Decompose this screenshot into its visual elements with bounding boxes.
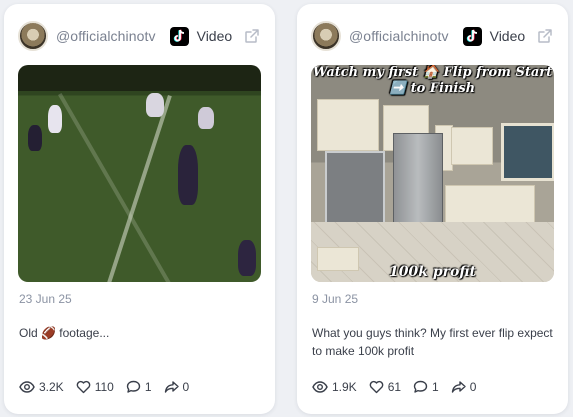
- likes-count: 110: [94, 380, 114, 394]
- likes-stat: 61: [369, 380, 401, 394]
- tiktok-icon: [169, 26, 189, 46]
- avatar[interactable]: [18, 21, 48, 51]
- views-count: 3.2K: [39, 380, 64, 394]
- video-overlay-title: Watch my first 🏠 Flip from Start ➡️ to F…: [312, 65, 553, 96]
- eye-icon: [312, 381, 328, 393]
- video-overlay-caption: 100k profit: [389, 264, 476, 280]
- kitchen-image: Watch my first 🏠 Flip from Start ➡️ to F…: [311, 65, 554, 282]
- views-stat: 3.2K: [19, 380, 64, 394]
- shares-count: 0: [182, 380, 190, 394]
- comments-count: 1: [432, 380, 439, 394]
- post-type-label: Video: [489, 28, 526, 44]
- posts-grid: @officialchinotv Video 23 Jun 25 Old 🏈 f…: [0, 0, 573, 417]
- video-thumbnail[interactable]: [18, 65, 261, 282]
- post-header: @officialchinotv Video: [311, 18, 554, 54]
- post-caption: What you guys think? My first ever flip …: [312, 326, 553, 358]
- external-link-icon[interactable]: [243, 27, 261, 45]
- views-count: 1.9K: [332, 380, 357, 394]
- shares-stat: 0: [164, 380, 190, 394]
- post-date: 9 Jun 25: [312, 292, 359, 306]
- shares-stat: 0: [451, 380, 477, 394]
- share-icon: [451, 381, 466, 393]
- tiktok-icon: [462, 26, 482, 46]
- comments-stat: 1: [413, 380, 439, 394]
- views-stat: 1.9K: [312, 380, 357, 394]
- engagement-stats: 1.9K 61 1 0: [312, 380, 488, 394]
- post-date: 23 Jun 25: [19, 292, 72, 306]
- heart-icon: [369, 380, 383, 394]
- post-type-label: Video: [196, 28, 233, 44]
- football-field-image: [18, 65, 261, 282]
- comments-stat: 1: [126, 380, 152, 394]
- account-handle[interactable]: @officialchinotv: [349, 28, 449, 44]
- avatar[interactable]: [311, 21, 341, 51]
- likes-stat: 110: [76, 380, 114, 394]
- post-card[interactable]: @officialchinotv Video: [4, 4, 275, 414]
- share-icon: [164, 381, 179, 393]
- post-caption: Old 🏈 footage...: [19, 326, 110, 340]
- engagement-stats: 3.2K 110 1 0: [19, 380, 201, 394]
- likes-count: 61: [387, 380, 402, 394]
- comments-count: 1: [144, 380, 152, 394]
- external-link-icon[interactable]: [536, 27, 554, 45]
- post-card[interactable]: @officialchinotv Video: [297, 4, 568, 414]
- comment-icon: [126, 380, 141, 393]
- account-handle[interactable]: @officialchinotv: [56, 28, 156, 44]
- shares-count: 0: [469, 380, 477, 394]
- video-thumbnail[interactable]: Watch my first 🏠 Flip from Start ➡️ to F…: [311, 65, 554, 282]
- eye-icon: [19, 381, 35, 393]
- post-header: @officialchinotv Video: [18, 18, 261, 54]
- heart-icon: [76, 380, 90, 394]
- comment-icon: [413, 380, 428, 393]
